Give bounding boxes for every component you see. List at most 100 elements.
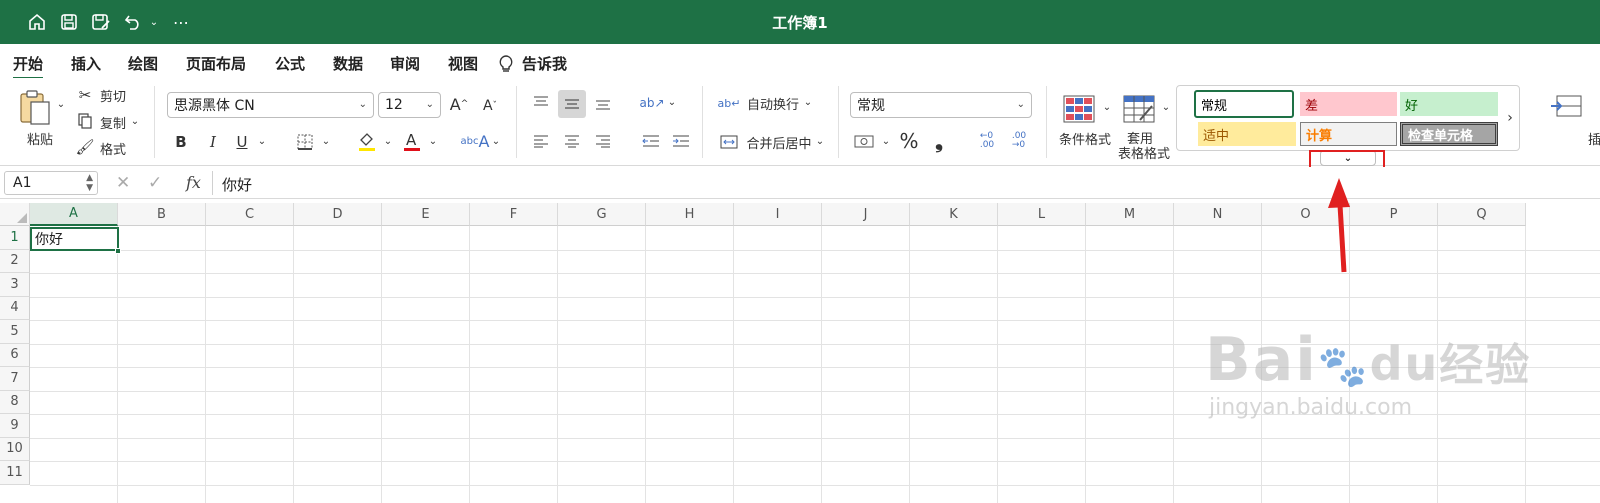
align-middle-icon[interactable] xyxy=(558,90,586,118)
phonetic-dropdown-icon[interactable]: ⌄ xyxy=(490,134,502,148)
align-top-icon[interactable] xyxy=(530,92,552,114)
column-header-d[interactable]: D xyxy=(294,203,382,226)
scissors-icon[interactable]: ✂ xyxy=(76,86,94,104)
cut-button[interactable]: 剪切 xyxy=(98,86,128,105)
comma-button[interactable]: ❟ xyxy=(930,129,948,153)
insert-cells-icon[interactable] xyxy=(1546,92,1586,120)
column-header-l[interactable]: L xyxy=(998,203,1086,226)
column-header-q[interactable]: Q xyxy=(1438,203,1526,226)
row-header-2[interactable]: 2 xyxy=(0,249,30,273)
italic-button[interactable]: I xyxy=(203,131,223,153)
tell-me[interactable]: 告诉我 xyxy=(498,53,567,74)
number-format-select[interactable]: 常规 ⌄ xyxy=(850,92,1032,118)
column-header-b[interactable]: B xyxy=(118,203,206,226)
insert-function-icon[interactable]: fx xyxy=(186,173,201,192)
format-as-table-dropdown-icon[interactable]: ⌄ xyxy=(1160,100,1172,114)
row-header-9[interactable]: 9 xyxy=(0,414,30,438)
wrap-text-dropdown-icon[interactable]: ⌄ xyxy=(802,95,814,109)
fill-handle[interactable] xyxy=(115,248,121,254)
column-header-j[interactable]: J xyxy=(822,203,910,226)
tab-review[interactable]: 审阅 xyxy=(390,53,420,74)
insert-cells-label-clipped[interactable]: 插 xyxy=(1588,129,1600,148)
select-all-corner[interactable] xyxy=(0,203,30,226)
paste-icon[interactable] xyxy=(16,88,56,128)
row-header-3[interactable]: 3 xyxy=(0,273,30,297)
row-header-1[interactable]: 1 xyxy=(0,226,30,250)
column-header-p[interactable]: P xyxy=(1350,203,1438,226)
tab-home[interactable]: 开始 xyxy=(13,53,44,80)
cancel-icon[interactable]: ✕ xyxy=(116,173,130,193)
copy-icon[interactable] xyxy=(76,112,94,130)
cell-style-calculation[interactable]: 计算 xyxy=(1300,122,1397,146)
increase-font-icon[interactable]: A ^ xyxy=(447,93,471,115)
font-color-icon[interactable]: A xyxy=(401,129,423,153)
percent-button[interactable]: % xyxy=(897,129,921,153)
fill-color-icon[interactable] xyxy=(356,129,378,153)
orientation-icon[interactable]: ab↗ xyxy=(639,92,664,114)
format-painter-icon[interactable]: 🖌 xyxy=(74,138,96,156)
cell-style-bad[interactable]: 差 xyxy=(1300,92,1397,116)
paste-button[interactable]: 粘贴 xyxy=(20,129,60,148)
align-right-icon[interactable] xyxy=(592,130,614,152)
wrap-text-icon[interactable]: ab↵ xyxy=(718,92,741,114)
column-header-m[interactable]: M xyxy=(1086,203,1174,226)
tab-view[interactable]: 视图 xyxy=(448,53,478,74)
gallery-next-icon[interactable]: › xyxy=(1503,108,1517,128)
orientation-dropdown-icon[interactable]: ⌄ xyxy=(666,95,678,109)
row-header-10[interactable]: 10 xyxy=(0,437,30,461)
column-header-n[interactable]: N xyxy=(1174,203,1262,226)
decrease-indent-icon[interactable] xyxy=(640,130,662,152)
format-as-table-label-2[interactable]: 表格格式 xyxy=(1118,144,1170,162)
format-as-table-icon[interactable] xyxy=(1120,92,1158,126)
tab-insert[interactable]: 插入 xyxy=(71,53,101,74)
conditional-format-icon[interactable] xyxy=(1060,92,1098,126)
column-header-i[interactable]: I xyxy=(734,203,822,226)
name-box-stepper-icon[interactable]: ▲ ▼ xyxy=(86,173,93,193)
cell-style-good[interactable]: 好 xyxy=(1400,92,1498,116)
column-header-a[interactable]: A xyxy=(30,203,118,226)
tab-page-layout[interactable]: 页面布局 xyxy=(186,53,246,74)
cell-style-normal[interactable]: 常规 xyxy=(1194,90,1294,118)
cell-style-neutral[interactable]: 适中 xyxy=(1198,122,1296,146)
enter-icon[interactable]: ✓ xyxy=(148,173,162,193)
font-size-select[interactable]: 12 ⌄ xyxy=(378,92,441,118)
formula-input[interactable]: 你好 xyxy=(222,174,252,195)
increase-indent-icon[interactable] xyxy=(670,130,692,152)
cell-a1[interactable]: 你好 xyxy=(30,227,119,251)
name-box[interactable]: A1 ▲ ▼ xyxy=(4,171,98,195)
accounting-format-icon[interactable] xyxy=(852,131,878,153)
decrease-font-icon[interactable]: Aˇ xyxy=(478,95,502,117)
increase-decimal-icon[interactable]: ←0.00 xyxy=(974,129,1000,153)
copy-dropdown-icon[interactable]: ⌄ xyxy=(130,114,140,128)
phonetic-icon[interactable]: abc A xyxy=(461,129,490,153)
copy-button[interactable]: 复制 xyxy=(98,113,128,132)
merge-center-button[interactable]: 合并后居中 xyxy=(745,132,813,152)
wrap-text-button[interactable]: 自动换行 xyxy=(745,93,801,113)
row-header-6[interactable]: 6 xyxy=(0,343,30,367)
align-left-icon[interactable] xyxy=(530,130,552,152)
row-header-11[interactable]: 11 xyxy=(0,461,30,485)
column-header-g[interactable]: G xyxy=(558,203,646,226)
underline-dropdown-icon[interactable]: ⌄ xyxy=(256,134,268,148)
font-color-dropdown-icon[interactable]: ⌄ xyxy=(427,134,439,148)
underline-button[interactable]: U xyxy=(232,131,252,153)
row-header-4[interactable]: 4 xyxy=(0,296,30,320)
column-header-c[interactable]: C xyxy=(206,203,294,226)
tab-draw[interactable]: 绘图 xyxy=(128,53,158,74)
column-header-o[interactable]: O xyxy=(1262,203,1350,226)
font-name-select[interactable]: 思源黑体 CN ⌄ xyxy=(167,92,374,118)
bold-button[interactable]: B xyxy=(171,131,191,153)
cell-style-check-cell[interactable]: 检查单元格 xyxy=(1400,122,1498,146)
merge-dropdown-icon[interactable]: ⌄ xyxy=(814,134,826,148)
conditional-format-dropdown-icon[interactable]: ⌄ xyxy=(1101,100,1113,114)
row-header-5[interactable]: 5 xyxy=(0,320,30,344)
merge-center-icon[interactable] xyxy=(718,131,740,153)
format-painter-button[interactable]: 格式 xyxy=(98,139,128,158)
tab-formulas[interactable]: 公式 xyxy=(275,53,305,74)
row-header-7[interactable]: 7 xyxy=(0,367,30,391)
paste-dropdown-icon[interactable]: ⌄ xyxy=(56,98,66,110)
decrease-decimal-icon[interactable]: .00 →0 xyxy=(1006,129,1032,153)
row-header-8[interactable]: 8 xyxy=(0,390,30,414)
conditional-format-button[interactable]: 条件格式 xyxy=(1056,129,1114,148)
accounting-dropdown-icon[interactable]: ⌄ xyxy=(880,134,892,148)
